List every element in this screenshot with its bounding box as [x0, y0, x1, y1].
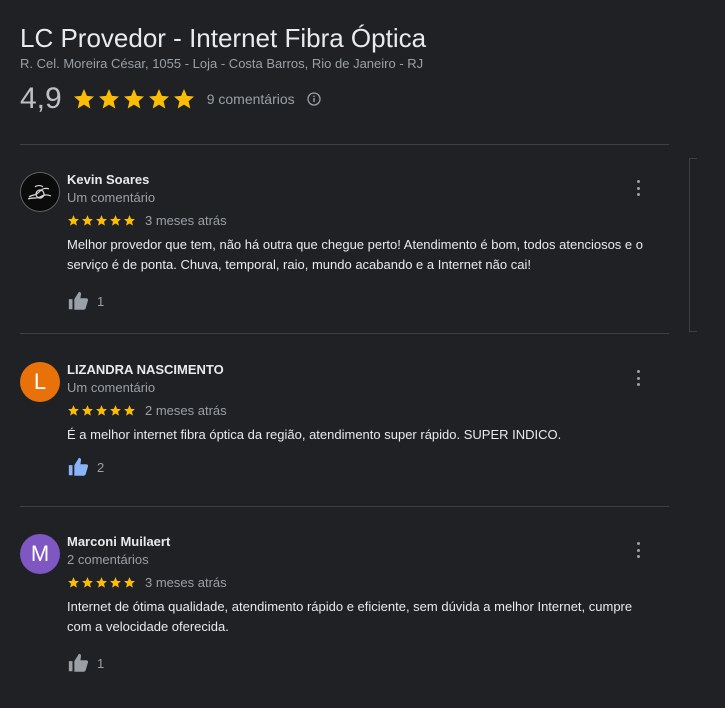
star-icon [109, 214, 122, 227]
more-vert-icon [636, 542, 640, 545]
like-button[interactable]: 1 [67, 651, 657, 675]
avatar[interactable]: M [20, 534, 60, 574]
like-count: 1 [97, 655, 105, 671]
star-icon [123, 404, 136, 417]
star-icon [67, 576, 80, 589]
review-time: 3 meses atrás [145, 574, 227, 590]
star-icon [147, 87, 171, 111]
reviewer-stats: Um comentário [67, 380, 156, 395]
place-address: R. Cel. Moreira César, 1055 - Loja - Cos… [20, 56, 424, 71]
star-icon [81, 214, 94, 227]
star-icon [172, 87, 196, 111]
star-icon [95, 576, 108, 589]
star-icon [81, 404, 94, 417]
review-text: É a melhor internet fibra óptica da regi… [67, 427, 562, 442]
review-text: Internet de ótima qualidade, atendimento… [67, 599, 633, 634]
scrollbar[interactable] [689, 158, 697, 332]
place-title: LC Provedor - Internet Fibra Óptica [20, 23, 427, 53]
star-icon [81, 576, 94, 589]
more-options-button[interactable] [635, 542, 641, 558]
star-icon [123, 214, 136, 227]
star-icon [122, 87, 146, 111]
review-text: Melhor provedor que tem, não há outra qu… [67, 237, 643, 272]
divider [20, 506, 669, 507]
like-count: 2 [97, 459, 105, 475]
thumbs-up-icon[interactable] [67, 290, 89, 312]
review-time: 2 meses atrás [145, 402, 227, 418]
star-icon [67, 404, 80, 417]
reviewer-name[interactable]: LIZANDRA NASCIMENTO [67, 362, 657, 378]
place-header: LC Provedor - Internet Fibra Óptica R. C… [20, 22, 680, 117]
like-button[interactable]: 2 [67, 455, 657, 479]
review-count[interactable]: 9 comentários [207, 91, 295, 107]
star-icon [72, 87, 96, 111]
rating-value: 4,9 [20, 82, 62, 115]
more-vert-icon [636, 370, 640, 373]
more-vert-icon [636, 180, 640, 183]
like-button[interactable]: 1 [67, 289, 657, 313]
avatar[interactable] [20, 172, 60, 212]
star-icon [95, 404, 108, 417]
star-icon [97, 87, 121, 111]
avatar[interactable]: L [20, 362, 60, 402]
rating-stars [72, 87, 197, 111]
reviewer-stats: Um comentário [67, 190, 156, 205]
star-icon [67, 214, 80, 227]
thumbs-up-icon[interactable] [67, 652, 89, 674]
divider [20, 333, 669, 334]
reviewer-stats: 2 comentários [67, 552, 149, 567]
divider [20, 144, 669, 145]
review-time: 3 meses atrás [145, 212, 227, 228]
like-count: 1 [97, 293, 105, 309]
reviewer-name[interactable]: Kevin Soares [67, 172, 657, 188]
star-icon [109, 404, 122, 417]
more-options-button[interactable] [635, 370, 641, 386]
rating-summary: 4,9 9 comentários [20, 81, 680, 117]
more-options-button[interactable] [635, 180, 641, 196]
thumbs-up-icon[interactable] [67, 456, 89, 478]
reviewer-name[interactable]: Marconi Muilaert [67, 534, 657, 550]
star-icon [109, 576, 122, 589]
info-icon[interactable] [307, 92, 321, 106]
star-icon [123, 576, 136, 589]
star-icon [95, 214, 108, 227]
